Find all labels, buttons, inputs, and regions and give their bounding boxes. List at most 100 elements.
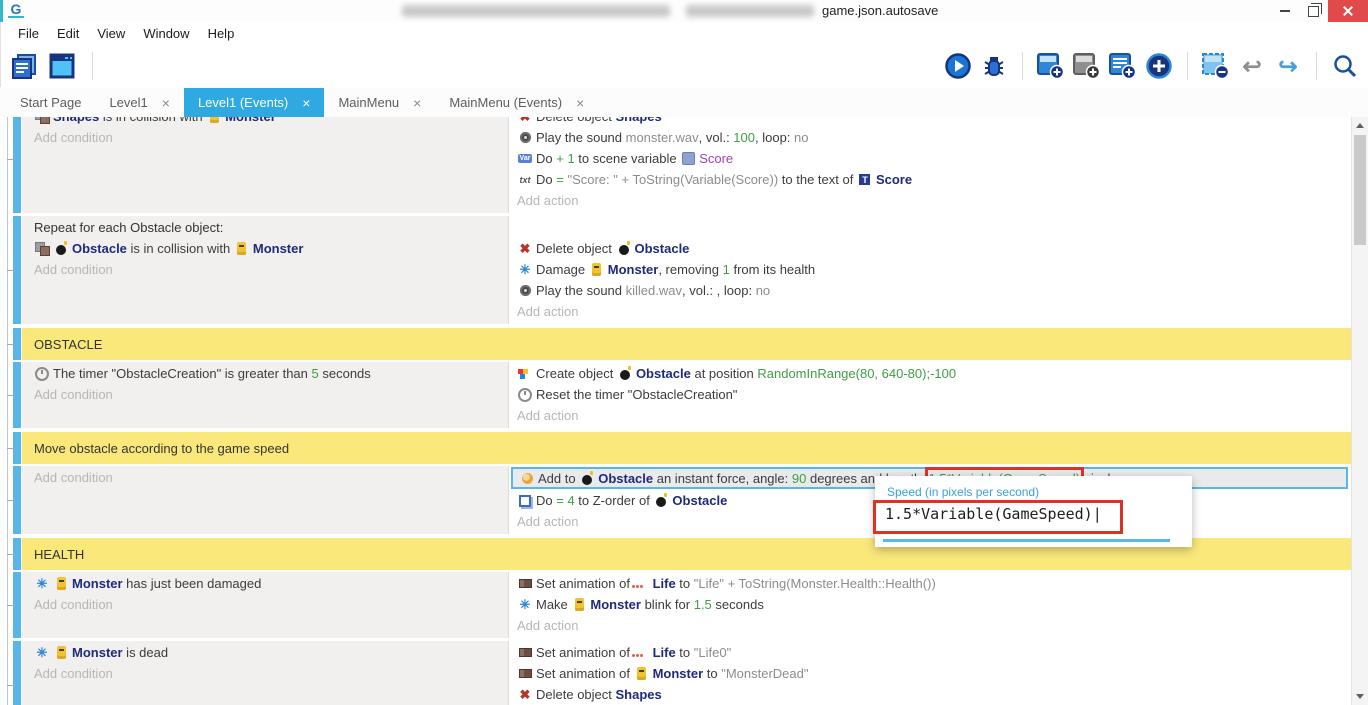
text-segment: to	[703, 666, 721, 681]
add-condition-button[interactable]: Add condition	[34, 467, 508, 488]
add-action-button[interactable]: Add action	[517, 301, 1351, 322]
action-line[interactable]: Set animation of Life to "Life0"	[517, 642, 1351, 663]
add-action-button[interactable]: Add action	[517, 615, 1351, 636]
close-button[interactable]	[1328, 0, 1368, 22]
action-line[interactable]: Delete object Obstacle	[517, 238, 1351, 259]
scrollbar-thumb[interactable]	[1354, 135, 1366, 245]
spacer	[517, 217, 1351, 238]
conditions-panel: Monster is dead Add condition	[22, 641, 508, 705]
tab-level1-events[interactable]: Level1 (Events) ×	[184, 88, 325, 117]
condition-line[interactable]: The timer "ObstacleCreation" is greater …	[34, 363, 508, 384]
delete-icon	[517, 117, 533, 124]
close-icon[interactable]: ×	[576, 95, 584, 111]
menu-edit[interactable]: Edit	[48, 26, 88, 41]
tab-level1[interactable]: Level1 ×	[95, 88, 184, 117]
actions-panel: Set animation of Life to "Life" + ToStri…	[508, 572, 1351, 638]
tab-mainmenu[interactable]: MainMenu ×	[324, 88, 435, 117]
animation-icon	[517, 576, 533, 591]
close-icon[interactable]: ×	[413, 95, 421, 111]
undo-icon[interactable]: ↩	[1237, 51, 1267, 81]
menu-view[interactable]: View	[88, 26, 134, 41]
scroll-up-icon[interactable]	[1352, 118, 1368, 133]
add-condition-button[interactable]: Add condition	[34, 663, 508, 684]
menu-help[interactable]: Help	[199, 26, 244, 41]
text-segment: to scene variable	[575, 151, 681, 166]
tab-label: Start Page	[20, 95, 81, 110]
expression-field-label: Speed (in pixels per second)	[887, 485, 1039, 499]
action-line[interactable]: Make Monster blink for 1.5 seconds	[517, 594, 1351, 615]
project-manager-icon[interactable]	[9, 51, 39, 81]
scene-var-icon	[680, 151, 696, 166]
repeat-header[interactable]: Repeat for each Obstacle object:	[34, 217, 508, 238]
life-icon	[634, 645, 650, 660]
play-icon[interactable]	[943, 51, 973, 81]
delete-icon	[517, 241, 533, 256]
monster-icon	[571, 597, 587, 612]
conditions-panel: Monster has just been damaged Add condit…	[22, 572, 508, 638]
maximize-button[interactable]	[1299, 0, 1328, 22]
text-segment: Set animation of	[536, 645, 634, 660]
remove-event-icon[interactable]	[1201, 51, 1231, 81]
minimize-button[interactable]	[1270, 0, 1299, 22]
scene-editor-icon[interactable]	[47, 51, 77, 81]
action-line[interactable]: Play the sound killed.wav, vol.: , loop:…	[517, 280, 1351, 301]
group-header-move-obstacle[interactable]: Move obstacle according to the game spee…	[22, 432, 1351, 464]
add-condition-button[interactable]: Add condition	[34, 384, 508, 405]
action-line[interactable]: Delete object Shapes	[517, 684, 1351, 705]
text-segment: 5	[312, 366, 319, 381]
add-circle-icon[interactable]	[1144, 51, 1174, 81]
text-segment: from its health	[730, 262, 815, 277]
menu-window[interactable]: Window	[134, 26, 198, 41]
scroll-down-icon[interactable]	[1352, 689, 1368, 704]
text-segment: to the text of	[778, 172, 857, 187]
vertical-scrollbar[interactable]	[1351, 117, 1368, 705]
action-line[interactable]: Reset the timer "ObstacleCreation"	[517, 384, 1351, 405]
text-segment: Life	[653, 645, 676, 660]
action-line[interactable]: Set animation of Monster to "MonsterDead…	[517, 663, 1351, 684]
debug-icon[interactable]	[979, 51, 1009, 81]
action-line[interactable]: Damage Monster, removing 1 from its heal…	[517, 259, 1351, 280]
action-line[interactable]: Do + 1 to scene variable Score	[517, 148, 1351, 169]
search-icon[interactable]	[1330, 51, 1360, 81]
close-icon[interactable]: ×	[162, 95, 170, 111]
action-line[interactable]: Delete object Shapes	[517, 117, 1351, 127]
text-segment: Reset the timer "ObstacleCreation"	[536, 387, 737, 402]
annotation-red-box	[873, 500, 1123, 534]
condition-line[interactable]: Monster is dead	[34, 642, 508, 663]
condition-line[interactable]: Monster has just been damaged	[34, 573, 508, 594]
create-icon	[517, 366, 533, 381]
add-condition-button[interactable]: Add condition	[34, 127, 508, 148]
text-segment: is in collision with	[127, 241, 234, 256]
add-condition-button[interactable]: Add condition	[34, 594, 508, 615]
zorder-icon	[517, 493, 533, 508]
add-comment-icon[interactable]	[1108, 51, 1138, 81]
gdevelop-logo-icon: G	[8, 2, 24, 18]
action-line[interactable]: Create object Obstacle at position Rando…	[517, 363, 1351, 384]
text-obj-icon	[857, 172, 873, 187]
menu-file[interactable]: File	[9, 26, 48, 41]
redo-icon[interactable]: ↪	[1273, 51, 1303, 81]
action-line[interactable]: Set animation of Life to "Life" + ToStri…	[517, 573, 1351, 594]
close-icon[interactable]: ×	[302, 95, 310, 111]
text-segment: at position	[691, 366, 758, 381]
text-segment: Delete object	[536, 241, 616, 256]
toolbar-separator	[1316, 52, 1317, 80]
add-event-icon[interactable]	[1036, 51, 1066, 81]
menu-bar: File Edit View Window Help	[0, 22, 1368, 44]
tab-start-page[interactable]: Start Page	[6, 88, 95, 117]
action-line[interactable]: Play the sound monster.wav, vol.: 100, l…	[517, 127, 1351, 148]
condition-line[interactable]: Shapes is in collision with Monster	[34, 117, 508, 127]
bomb-icon	[617, 366, 633, 381]
add-action-button[interactable]: Add action	[517, 190, 1351, 211]
action-line[interactable]: Do = "Score: " + ToString(Variable(Score…	[517, 169, 1351, 190]
group-header-obstacle[interactable]: OBSTACLE	[22, 328, 1351, 360]
add-condition-button[interactable]: Add condition	[34, 259, 508, 280]
tab-mainmenu-events[interactable]: MainMenu (Events) ×	[435, 88, 598, 117]
bomb-icon	[53, 241, 69, 256]
text-segment: seconds	[319, 366, 371, 381]
text-segment: to Z-order of	[575, 493, 654, 508]
add-subevent-icon[interactable]	[1072, 51, 1102, 81]
text-segment: Life	[653, 576, 676, 591]
add-action-button[interactable]: Add action	[517, 405, 1351, 426]
condition-line[interactable]: Obstacle is in collision with Monster	[34, 238, 508, 259]
